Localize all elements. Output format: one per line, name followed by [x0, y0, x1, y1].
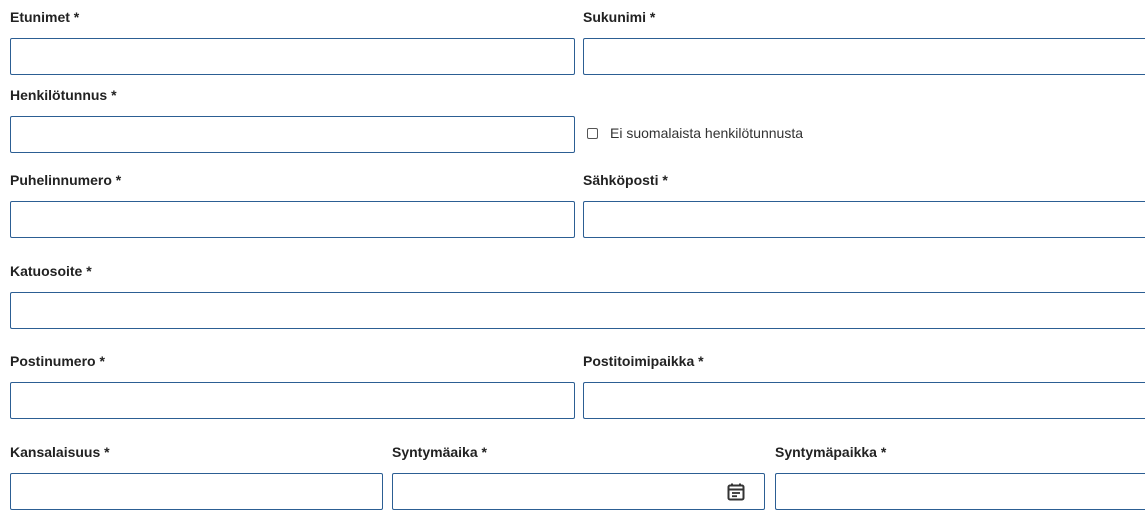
birth-date-label: Syntymäaika *: [392, 444, 487, 460]
birth-date-field[interactable]: [392, 473, 765, 510]
first-names-label: Etunimet *: [10, 9, 80, 25]
phone-label: Puhelinnumero *: [10, 172, 122, 188]
personal-id-input[interactable]: [10, 116, 575, 153]
no-finnish-id-checkbox[interactable]: [587, 127, 598, 139]
citizenship-input[interactable]: [10, 473, 383, 510]
email-label: Sähköposti *: [583, 172, 668, 188]
street-address-label: Katuosoite *: [10, 263, 92, 279]
postal-code-input[interactable]: [10, 382, 575, 419]
birth-place-input[interactable]: [775, 473, 1145, 510]
email-input[interactable]: [583, 201, 1145, 238]
birth-place-label: Syntymäpaikka *: [775, 444, 887, 460]
first-names-input[interactable]: [10, 38, 575, 75]
calendar-icon[interactable]: [726, 482, 746, 502]
no-finnish-id-option[interactable]: Ei suomalaista henkilötunnusta: [587, 125, 803, 141]
street-address-input[interactable]: [10, 292, 1145, 329]
birth-date-input[interactable]: [393, 474, 713, 509]
last-name-input[interactable]: [583, 38, 1145, 75]
personal-id-label: Henkilötunnus *: [10, 87, 117, 103]
postal-code-label: Postinumero *: [10, 353, 105, 369]
personal-info-form: Etunimet * Sukunimi * Henkilötunnus * Ei…: [10, 0, 1145, 510]
last-name-label: Sukunimi *: [583, 9, 656, 25]
no-finnish-id-label: Ei suomalaista henkilötunnusta: [610, 125, 804, 141]
citizenship-label: Kansalaisuus *: [10, 444, 110, 460]
post-office-input[interactable]: [583, 382, 1145, 419]
post-office-label: Postitoimipaikka *: [583, 353, 704, 369]
phone-input[interactable]: [10, 201, 575, 238]
